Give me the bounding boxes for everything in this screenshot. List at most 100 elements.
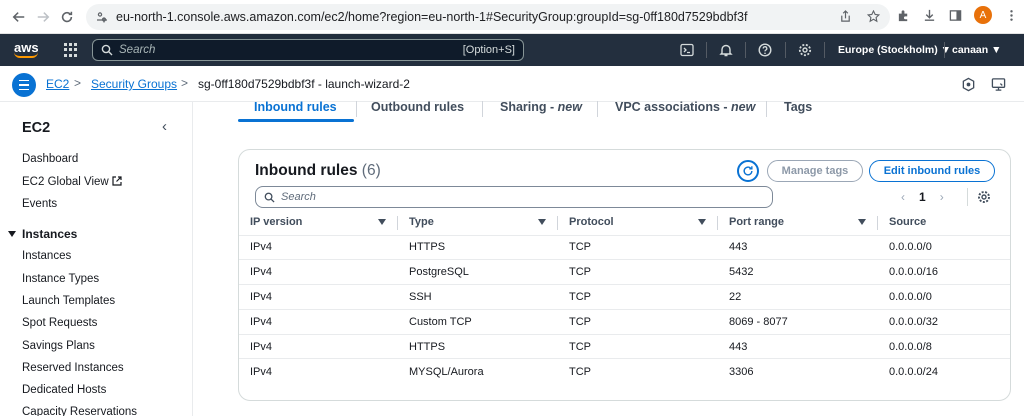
sidebar-item-launch-templates[interactable]: Launch Templates <box>22 295 115 307</box>
help-icon[interactable] <box>758 43 772 57</box>
sidebar-item-global-view[interactable]: EC2 Global View <box>22 176 122 188</box>
url-text[interactable]: eu-north-1.console.aws.amazon.com/ec2/ho… <box>116 10 747 24</box>
download-icon[interactable] <box>922 8 936 22</box>
cell-port-range: 443 <box>718 235 878 261</box>
column-label: Port range <box>729 216 785 229</box>
region-selector[interactable]: Europe (Stockholm) ▼ <box>838 44 951 56</box>
site-info-icon[interactable] <box>96 11 108 23</box>
cell-protocol: TCP <box>569 365 591 378</box>
sidebar-item-capacity-reservations[interactable]: Capacity Reservations <box>22 406 137 416</box>
table-row[interactable]: IPv4 HTTPS TCP 443 0.0.0.0/8 <box>239 334 1010 360</box>
column-header-port-range[interactable]: Port range <box>718 210 878 236</box>
notifications-bell-icon[interactable] <box>719 43 733 57</box>
edit-inbound-rules-button[interactable]: Edit inbound rules <box>869 160 995 182</box>
browser-toolbar: eu-north-1.console.aws.amazon.com/ec2/ho… <box>0 0 1024 34</box>
sidebar-item-instance-types[interactable]: Instance Types <box>22 273 99 285</box>
cell-source: 0.0.0.0/0 <box>878 235 1010 261</box>
cell-type: SSH <box>398 284 558 310</box>
next-page-icon[interactable]: › <box>940 190 944 204</box>
tab-inbound-rules[interactable]: Inbound rules <box>254 100 337 114</box>
sidebar-collapse-icon[interactable]: ‹ <box>162 118 167 135</box>
address-bar[interactable]: eu-north-1.console.aws.amazon.com/ec2/ho… <box>86 4 890 30</box>
account-menu[interactable]: canaan ▼ <box>952 44 1002 56</box>
rules-search-input[interactable]: Search <box>255 186 773 208</box>
sidebar-section-instances[interactable]: Instances <box>8 227 77 241</box>
share-icon[interactable] <box>838 9 852 23</box>
sort-caret-icon[interactable] <box>538 219 546 225</box>
services-menu-icon[interactable] <box>64 43 78 57</box>
breadcrumb-separator-icon: > <box>181 76 189 90</box>
breadcrumb-ec2[interactable]: EC2 <box>46 77 69 91</box>
sidebar-item-events[interactable]: Events <box>22 198 57 210</box>
tab-label: Outbound rules <box>371 100 465 114</box>
sidebar-item-dedicated-hosts[interactable]: Dedicated Hosts <box>22 384 106 396</box>
table-row[interactable]: IPv4 PostgreSQL TCP 5432 0.0.0.0/16 <box>239 259 1010 286</box>
cell-source: 0.0.0.0/16 <box>878 259 1010 286</box>
extensions-icon[interactable] <box>896 8 910 22</box>
external-link-icon <box>112 176 122 186</box>
more-menu-icon[interactable] <box>1004 8 1018 22</box>
tab-label: Sharing - <box>500 100 558 114</box>
manage-tags-button[interactable]: Manage tags <box>767 160 863 182</box>
column-header-source[interactable]: Source <box>878 210 1010 236</box>
sort-caret-icon[interactable] <box>858 219 866 225</box>
display-preferences-icon[interactable] <box>991 77 1007 93</box>
current-page[interactable]: 1 <box>919 190 926 204</box>
tab-outbound-rules[interactable]: Outbound rules <box>371 100 464 114</box>
sidebar-item-dashboard[interactable]: Dashboard <box>22 153 78 165</box>
column-label: IP version <box>250 216 303 229</box>
search-placeholder: Search <box>119 44 156 56</box>
settings-gear-icon[interactable] <box>798 43 812 57</box>
inbound-rules-panel: Inbound rules (6) Manage tags Edit inbou… <box>238 149 1011 401</box>
tab-sharing[interactable]: Sharing - new <box>500 100 582 114</box>
column-header-ip-version[interactable]: IP version <box>239 210 398 236</box>
sidebar-item-spot-requests[interactable]: Spot Requests <box>22 317 97 329</box>
column-header-type[interactable]: Type <box>398 210 558 236</box>
back-arrow-icon[interactable] <box>8 6 30 28</box>
sidebar-item-reserved-instances[interactable]: Reserved Instances <box>22 362 124 374</box>
sidebar-item-savings-plans[interactable]: Savings Plans <box>22 340 95 352</box>
panel-title-text: Inbound rules <box>255 162 358 179</box>
pagination: ‹ 1 › <box>901 190 944 204</box>
table-header-row: IP version Type Protocol Port range Sour… <box>239 210 1010 236</box>
bookmark-star-icon[interactable] <box>866 9 880 23</box>
forward-arrow-icon[interactable] <box>32 6 54 28</box>
cell-protocol: TCP <box>558 284 718 310</box>
side-panel-icon[interactable] <box>948 8 962 22</box>
rule-count: (6) <box>361 162 381 179</box>
cell-protocol: TCP <box>558 259 718 286</box>
table-row[interactable]: IPv4 MYSQL/Aurora TCP 3306 0.0.0.0/24 <box>239 359 1010 384</box>
sort-caret-icon[interactable] <box>378 219 386 225</box>
tab-vpc-associations[interactable]: VPC associations - new <box>615 100 755 114</box>
cell-port-range: 22 <box>718 284 878 310</box>
refresh-button[interactable] <box>737 160 759 182</box>
sidebar-item-label: EC2 Global View <box>22 176 109 188</box>
tab-tags[interactable]: Tags <box>784 100 812 114</box>
column-label: Protocol <box>569 216 614 229</box>
feedback-icon[interactable] <box>961 77 977 93</box>
sidebar-item-instances[interactable]: Instances <box>22 250 71 262</box>
reload-icon[interactable] <box>56 6 78 28</box>
cell-type: PostgreSQL <box>398 259 558 286</box>
tab-new-badge: new <box>731 100 756 114</box>
column-header-protocol[interactable]: Protocol <box>558 210 718 236</box>
cell-port-range: 443 <box>718 334 878 360</box>
cell-ip-version: IPv4 <box>239 284 398 310</box>
table-preferences-gear-icon[interactable] <box>977 190 991 204</box>
cell-ip-version: IPv4 <box>239 235 398 261</box>
profile-avatar[interactable]: A <box>974 6 992 24</box>
console-search-input[interactable]: Search [Option+S] <box>92 39 524 61</box>
cell-ip-version: IPv4 <box>239 309 398 335</box>
search-shortcut: [Option+S] <box>462 44 515 56</box>
table-row[interactable]: IPv4 HTTPS TCP 443 0.0.0.0/0 <box>239 235 1010 261</box>
column-label: Type <box>409 216 434 229</box>
table-row[interactable]: IPv4 Custom TCP TCP 8069 - 8077 0.0.0.0/… <box>239 309 1010 335</box>
side-nav-toggle-icon[interactable] <box>12 73 36 97</box>
sort-caret-icon[interactable] <box>698 219 706 225</box>
breadcrumb-security-groups[interactable]: Security Groups <box>91 77 177 91</box>
tab-label: VPC associations - <box>615 100 732 114</box>
aws-logo[interactable]: aws <box>14 40 39 58</box>
cloudshell-icon[interactable] <box>680 43 694 57</box>
table-row[interactable]: IPv4 SSH TCP 22 0.0.0.0/0 <box>239 284 1010 310</box>
previous-page-icon[interactable]: ‹ <box>901 190 905 204</box>
